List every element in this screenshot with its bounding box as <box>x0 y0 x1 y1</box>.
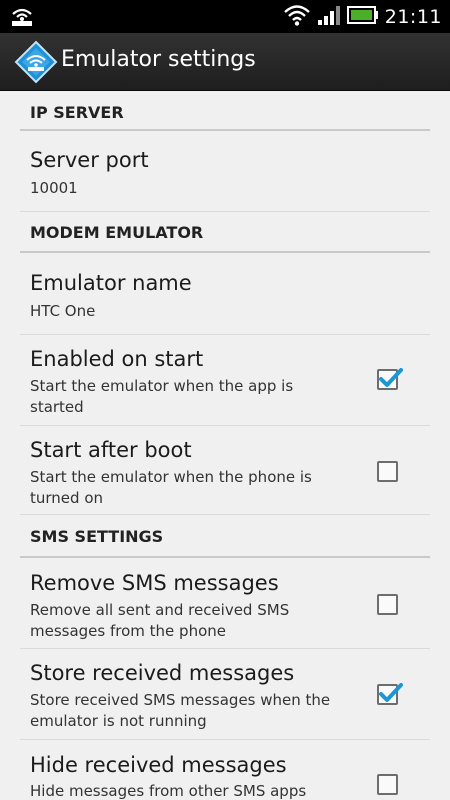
signal-icon <box>317 4 341 30</box>
pref-store-received[interactable]: Store received messages Store received S… <box>20 649 430 740</box>
start-after-boot-checkbox[interactable] <box>377 461 398 482</box>
enabled-on-start-checkbox[interactable] <box>377 368 403 390</box>
pref-summary: Start the emulator when the phone is tur… <box>30 468 312 507</box>
pref-title: Emulator name <box>30 271 192 295</box>
network-app-icon[interactable] <box>14 40 58 84</box>
section-header-modem-emulator: MODEM EMULATOR <box>20 212 430 253</box>
pref-summary: Start the emulator when the app is start… <box>30 377 294 416</box>
pref-emulator-name[interactable]: Emulator name HTC One <box>20 253 430 335</box>
pref-summary: HTC One <box>30 302 96 320</box>
hide-received-checkbox[interactable] <box>377 774 398 795</box>
settings-list[interactable]: IP SERVER Server port 10001 MODEM EMULAT… <box>0 91 450 800</box>
wifi-tether-icon <box>10 5 34 27</box>
action-bar: Emulator settings <box>0 33 450 91</box>
pref-hide-received[interactable]: Hide received messages Hide messages fro… <box>20 740 430 800</box>
pref-start-after-boot[interactable]: Start after boot Start the emulator when… <box>20 426 430 515</box>
pref-remove-sms[interactable]: Remove SMS messages Remove all sent and … <box>20 558 430 649</box>
check-icon <box>379 368 403 387</box>
status-bar: 21:11 <box>0 0 450 33</box>
pref-enabled-on-start[interactable]: Enabled on start Start the emulator when… <box>20 335 430 426</box>
pref-title: Server port <box>30 148 149 172</box>
pref-title: Enabled on start <box>30 347 204 371</box>
pref-title: Remove SMS messages <box>30 571 279 595</box>
remove-sms-checkbox[interactable] <box>377 594 398 615</box>
status-time: 21:11 <box>384 5 442 28</box>
pref-summary: Remove all sent and received SMS message… <box>30 601 290 640</box>
pref-summary: Store received SMS messages when the emu… <box>30 691 331 730</box>
battery-icon <box>346 5 379 29</box>
store-received-checkbox[interactable] <box>377 683 403 705</box>
pref-summary: 10001 <box>30 179 78 197</box>
pref-summary: Hide messages from other SMS apps <box>30 782 307 800</box>
pref-title: Store received messages <box>30 661 295 685</box>
check-icon <box>379 683 403 702</box>
pref-title: Start after boot <box>30 438 192 462</box>
pref-title: Hide received messages <box>30 753 287 777</box>
section-header-ip-server: IP SERVER <box>20 91 430 131</box>
pref-server-port[interactable]: Server port 10001 <box>20 131 430 212</box>
section-header-sms-settings: SMS SETTINGS <box>20 515 430 558</box>
page-title: Emulator settings <box>61 47 256 72</box>
wifi-icon <box>283 4 311 30</box>
